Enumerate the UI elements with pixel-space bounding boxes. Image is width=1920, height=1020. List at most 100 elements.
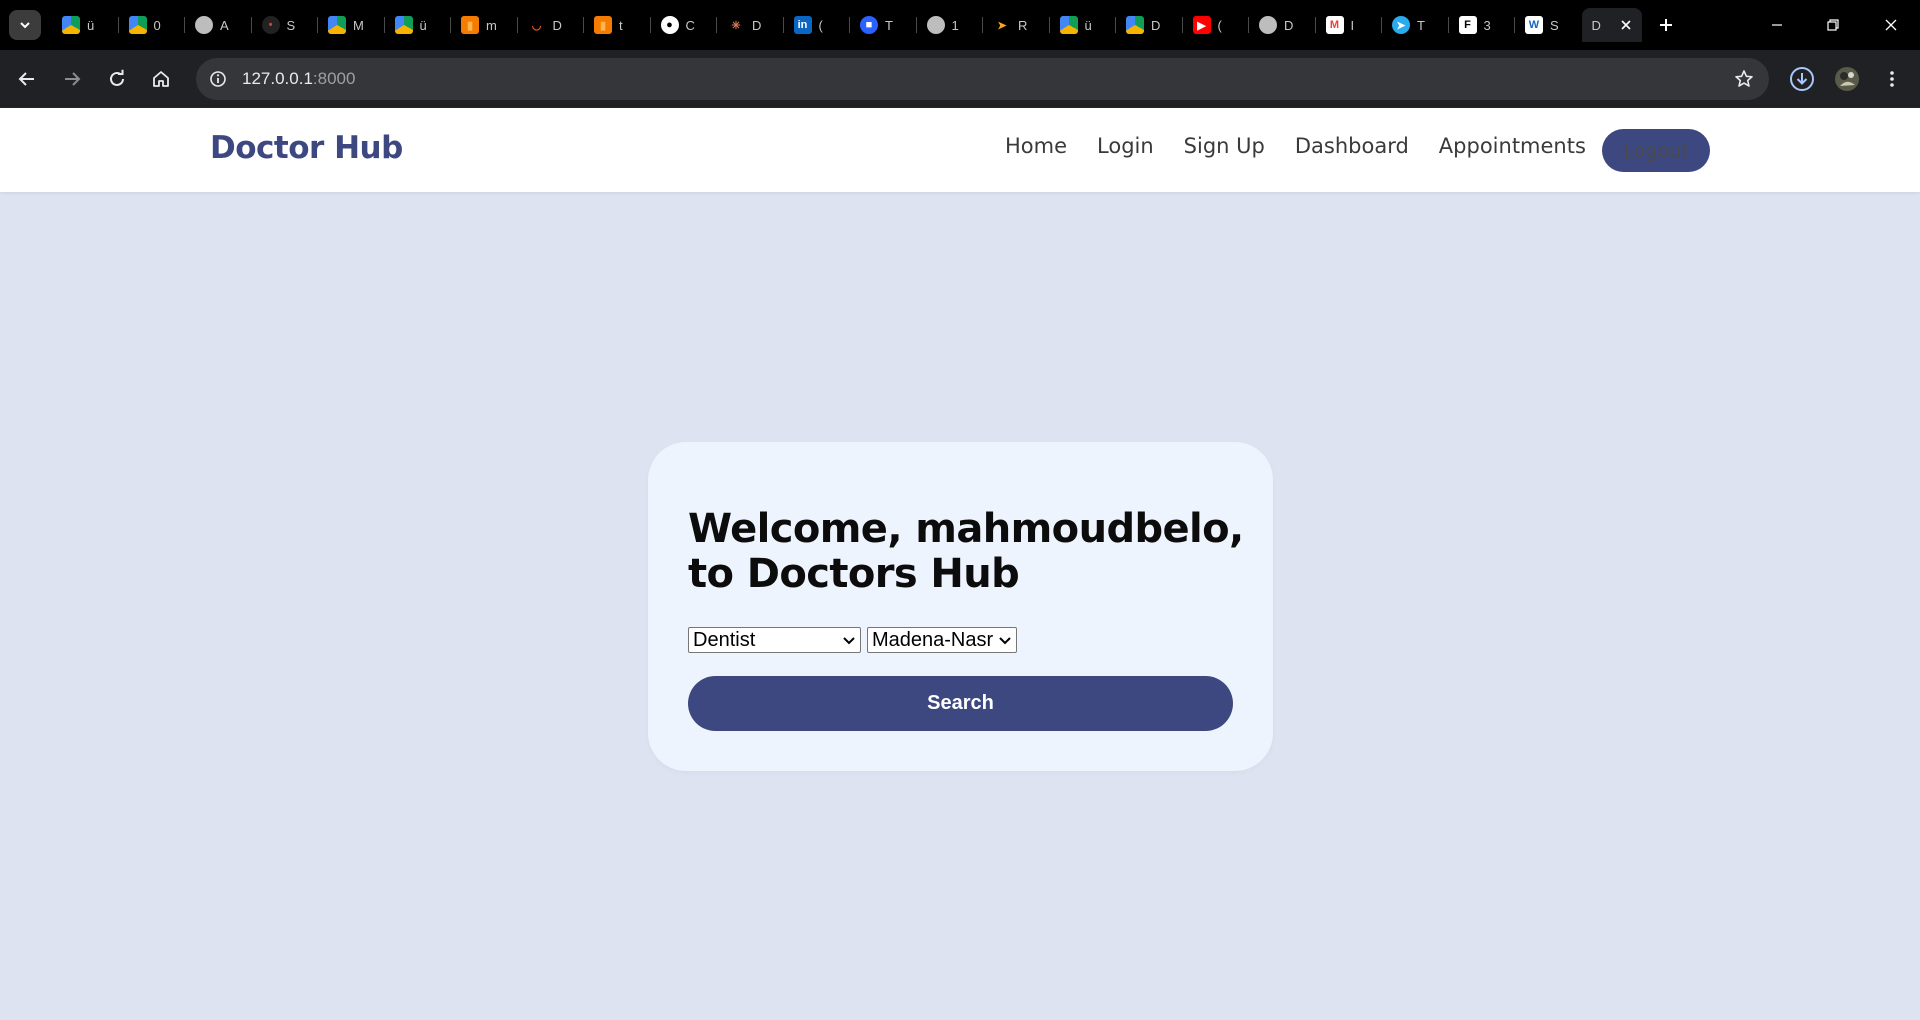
browser-toolbar: 127.0.0.1:8000 (0, 50, 1920, 108)
google-drive-icon (62, 16, 80, 34)
browser-tab[interactable]: ▮ m (451, 8, 518, 42)
arrow-left-icon (18, 72, 34, 86)
book-icon: ▮ (594, 16, 612, 34)
arrow-logo-icon: ➤ (997, 19, 1007, 32)
specialty-select[interactable]: Dentist (688, 627, 861, 653)
browser-tab-title: S (1550, 17, 1559, 33)
browser-tab[interactable]: • S (252, 8, 319, 42)
github-icon: ● (660, 16, 679, 34)
new-tab-button[interactable] (1652, 11, 1680, 39)
chevron-down-icon (997, 632, 1013, 648)
back-button[interactable] (11, 63, 43, 95)
browser-tab[interactable]: F3 (1449, 8, 1516, 42)
w3schools-icon: W (1525, 16, 1543, 34)
nav-link-home[interactable]: Home (1005, 129, 1067, 163)
browser-tab[interactable]: ü (52, 8, 119, 42)
globe-icon (926, 16, 945, 34)
globe-icon (1259, 16, 1277, 34)
arrow-right-icon (65, 72, 81, 86)
plus-icon (1660, 19, 1672, 31)
browser-tab[interactable]: ● C (651, 8, 718, 42)
welcome-heading: Welcome, mahmoudbelo, to Doctors Hub (688, 507, 1248, 597)
nav-links: Home Login Sign Up Dashboard Appointment… (1005, 129, 1616, 163)
downloads-button[interactable] (1786, 63, 1818, 95)
info-icon (210, 71, 226, 87)
welcome-heading-line-2: to Doctors Hub (688, 551, 1020, 597)
browser-tab[interactable]: 0 (119, 8, 186, 42)
browser-tab[interactable]: ✳ D (717, 8, 784, 42)
browser-tab[interactable]: ▶( (1183, 8, 1250, 42)
logout-button[interactable]: Logout (1602, 129, 1710, 172)
download-icon (1790, 67, 1814, 91)
minimize-button[interactable] (1764, 12, 1790, 38)
nav-link-appointments[interactable]: Appointments (1439, 129, 1586, 163)
browser-tab[interactable]: 1 (917, 8, 984, 42)
close-icon (1885, 19, 1897, 31)
tab-search-button[interactable] (9, 10, 41, 40)
tab-list: ü 0 A • S Mü ▮ m ◡ D ▮ t ● C ✳ Din(■ T 1 ➤ Rü D ▶(D M I ➤ T F 3 W S D (52, 8, 1642, 42)
browser-tab[interactable]: D (1116, 8, 1183, 42)
nav-link-login[interactable]: Login (1097, 129, 1154, 163)
telegram-icon: ➤ (1392, 16, 1410, 34)
browser-tab-title: ( (1217, 17, 1222, 33)
browser-menu-button[interactable] (1876, 63, 1908, 95)
site-info-button[interactable] (202, 63, 234, 95)
google-drive-icon (128, 16, 147, 34)
site-brand[interactable]: Doctor Hub (210, 130, 403, 166)
url-text: 127.0.0.1:8000 (242, 69, 355, 89)
google-drive-icon (1059, 16, 1078, 34)
reload-button[interactable] (101, 63, 133, 95)
book-icon: ▮ (461, 16, 479, 34)
browser-tab-title: ü (1084, 17, 1092, 33)
browser-tab-active[interactable]: D (1581, 8, 1642, 42)
browser-tab[interactable]: ◡ D (518, 8, 585, 42)
google-drive-icon (328, 16, 346, 34)
browser-tab[interactable]: in ( (784, 8, 851, 42)
figma-icon: F (1458, 16, 1477, 34)
browser-tab-title: R (1018, 17, 1028, 33)
browser-tab-title: T (1417, 17, 1425, 33)
search-button[interactable]: Search (688, 676, 1233, 731)
browser-tab-title: S (286, 17, 296, 33)
browser-tab[interactable]: WS (1515, 8, 1582, 42)
browser-tab[interactable]: ü (1050, 8, 1117, 42)
browser-tab-title: D (1151, 17, 1161, 33)
close-tab-button[interactable] (1618, 17, 1634, 33)
browser-tab-title: A (220, 17, 229, 33)
url-port: :8000 (312, 69, 356, 88)
browser-tab[interactable]: MI (1316, 8, 1383, 42)
search-card: Welcome, mahmoudbelo, to Doctors Hub Den… (648, 442, 1273, 771)
browser-tab[interactable]: ■ T (850, 8, 917, 42)
chevron-down-icon (20, 22, 30, 29)
chevron-down-icon (843, 637, 855, 645)
nav-link-sign-up[interactable]: Sign Up (1184, 129, 1265, 163)
browser-tab-title: D (552, 17, 562, 33)
browser-tab-title: 1 (951, 17, 959, 33)
browser-tab[interactable]: ü (385, 8, 452, 42)
browser-tab[interactable]: A (185, 8, 252, 42)
address-bar[interactable]: 127.0.0.1:8000 (196, 58, 1769, 100)
browser-tab-title: I (1350, 17, 1355, 33)
forward-button[interactable] (56, 63, 88, 95)
browser-tab-title: 3 (1483, 17, 1491, 33)
close-window-button[interactable] (1878, 12, 1904, 38)
browser-tab[interactable]: M (318, 8, 385, 42)
specialty-select-value: Dentist (693, 629, 756, 651)
home-button[interactable] (145, 63, 177, 95)
profile-avatar[interactable] (1831, 63, 1863, 95)
browser-tab-title: D (752, 17, 762, 33)
bookmark-button[interactable] (1731, 66, 1757, 92)
browser-tab-title: m (486, 17, 497, 33)
nav-link-dashboard[interactable]: Dashboard (1295, 129, 1409, 163)
restore-icon (1827, 19, 1839, 31)
browser-tab[interactable]: ➤ T (1382, 8, 1449, 42)
translate-icon: ■ (860, 16, 878, 34)
browser-tab[interactable]: ➤ R (983, 8, 1050, 42)
browser-tab-title: D (1284, 17, 1294, 33)
restore-button[interactable] (1820, 12, 1846, 38)
location-select[interactable]: Madena-Nasr (867, 627, 1017, 653)
url-host: 127.0.0.1 (242, 69, 313, 88)
browser-tab-title: C (685, 17, 695, 33)
browser-tab[interactable]: D (1249, 8, 1316, 42)
browser-tab[interactable]: ▮ t (584, 8, 651, 42)
